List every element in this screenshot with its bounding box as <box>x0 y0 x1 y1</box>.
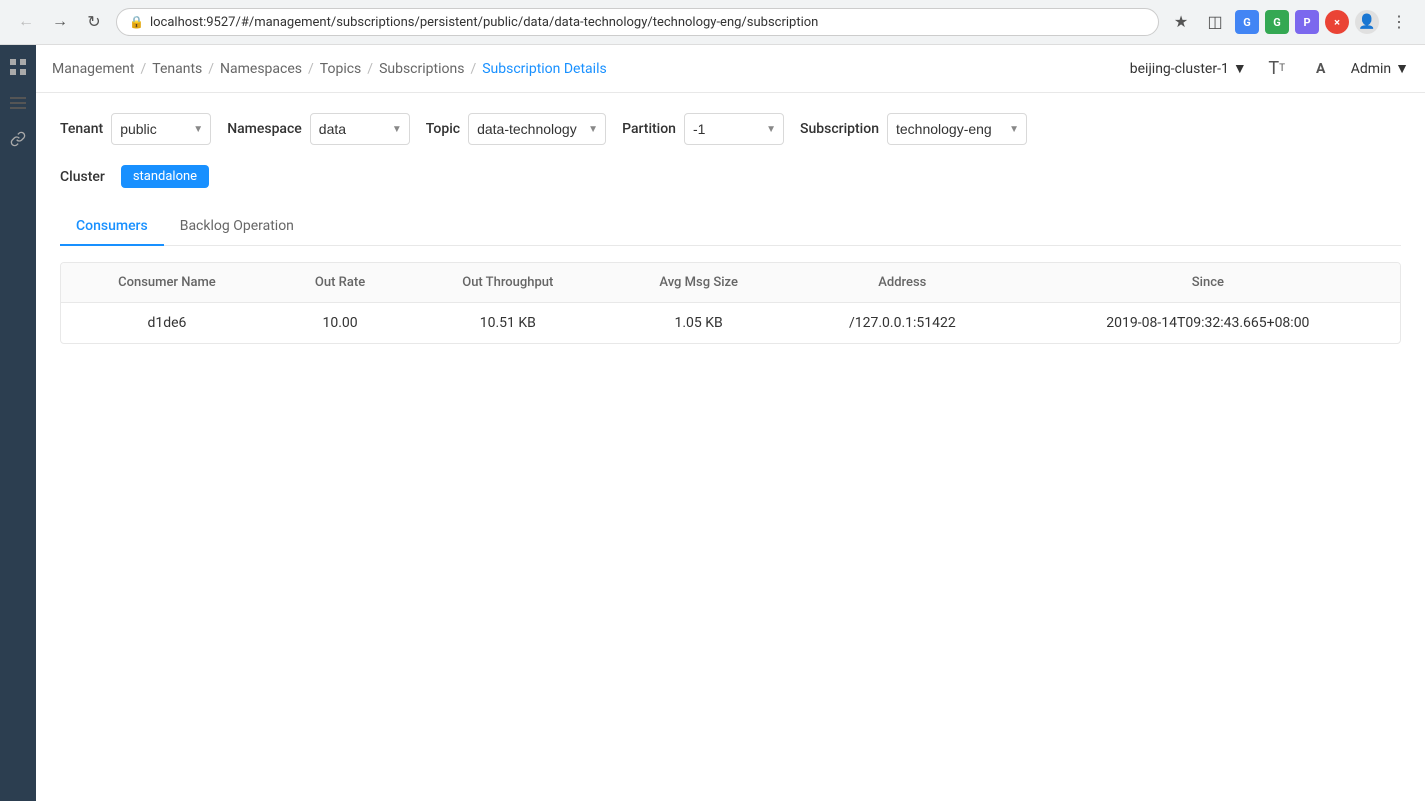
cluster-selector[interactable]: beijing-cluster-1 ▼ <box>1130 60 1247 77</box>
breadcrumb-sep-4: / <box>367 61 373 77</box>
browser-actions: ★ ◫ G G P × 👤 ⋮ <box>1167 8 1413 36</box>
tenant-select[interactable]: public <box>111 113 211 145</box>
partition-label: Partition <box>622 121 676 137</box>
table-header: Consumer Name Out Rate Out Throughput Av… <box>61 263 1400 303</box>
url-text: localhost:9527/#/management/subscription… <box>150 15 818 30</box>
tenant-filter: Tenant public ▼ <box>60 113 211 145</box>
breadcrumb-subscription-details: Subscription Details <box>482 61 606 77</box>
cell-address: /127.0.0.1:51422 <box>789 303 1016 344</box>
namespace-select-wrapper: data ▼ <box>310 113 410 145</box>
topic-select[interactable]: data-technology <box>468 113 606 145</box>
breadcrumb-sep-3: / <box>308 61 314 77</box>
namespace-label: Namespace <box>227 121 302 137</box>
col-out-rate: Out Rate <box>273 263 407 303</box>
col-consumer-name: Consumer Name <box>61 263 273 303</box>
sidebar-link-icon[interactable] <box>4 125 32 153</box>
cluster-filter-label: Cluster <box>60 169 105 185</box>
sidebar <box>0 45 36 801</box>
font-size-button[interactable]: T​T <box>1263 55 1291 83</box>
hamburger-icon[interactable] <box>4 89 32 117</box>
back-button[interactable]: ← <box>12 8 40 36</box>
ext-green[interactable]: G <box>1265 10 1289 34</box>
sidebar-grid-icon[interactable] <box>4 53 32 81</box>
col-avg-msg-size: Avg Msg Size <box>608 263 789 303</box>
subscription-label: Subscription <box>800 121 879 137</box>
admin-label: Admin <box>1351 61 1391 77</box>
translate-button[interactable]: A​​ <box>1307 55 1335 83</box>
topic-label: Topic <box>426 121 460 137</box>
col-since: Since <box>1016 263 1400 303</box>
breadcrumb-namespaces[interactable]: Namespaces <box>220 61 302 77</box>
top-header: Management / Tenants / Namespaces / Topi… <box>36 45 1425 93</box>
cell-avg-msg-size: 1.05 KB <box>608 303 789 344</box>
ext-translate[interactable]: G <box>1235 10 1259 34</box>
partition-filter: Partition -1 ▼ <box>622 113 784 145</box>
lock-icon: 🔒 <box>129 15 144 29</box>
reload-button[interactable]: ↻ <box>80 8 108 36</box>
browser-chrome: ← → ↻ 🔒 localhost:9527/#/management/subs… <box>0 0 1425 45</box>
breadcrumb-sep-1: / <box>140 61 146 77</box>
consumers-table: Consumer Name Out Rate Out Throughput Av… <box>61 263 1400 343</box>
tenant-select-wrapper: public ▼ <box>111 113 211 145</box>
app-container: Management / Tenants / Namespaces / Topi… <box>0 45 1425 801</box>
admin-chevron: ▼ <box>1395 60 1409 77</box>
cluster-chevron: ▼ <box>1233 60 1247 77</box>
breadcrumb: Management / Tenants / Namespaces / Topi… <box>52 61 607 77</box>
main-content: Tenant public ▼ Namespace data ▼ <box>36 93 1425 801</box>
tabs: Consumers Backlog Operation <box>60 208 1401 246</box>
breadcrumb-sep-5: / <box>470 61 476 77</box>
more-button[interactable]: ⋮ <box>1385 8 1413 36</box>
topic-select-wrapper: data-technology ▼ <box>468 113 606 145</box>
ext-avatar[interactable]: 👤 <box>1355 10 1379 34</box>
table-row: d1de6 10.00 10.51 KB 1.05 KB /127.0.0.1:… <box>61 303 1400 344</box>
cluster-row: Cluster standalone <box>60 165 1401 188</box>
bookmark-button[interactable]: ★ <box>1167 8 1195 36</box>
tab-consumers[interactable]: Consumers <box>60 208 164 246</box>
extensions-button[interactable]: ◫ <box>1201 8 1229 36</box>
cell-out-rate: 10.00 <box>273 303 407 344</box>
cell-out-throughput: 10.51 KB <box>407 303 608 344</box>
breadcrumb-sep-2: / <box>208 61 214 77</box>
table-body: d1de6 10.00 10.51 KB 1.05 KB /127.0.0.1:… <box>61 303 1400 344</box>
namespace-select[interactable]: data <box>310 113 410 145</box>
namespace-filter: Namespace data ▼ <box>227 113 410 145</box>
address-bar[interactable]: 🔒 localhost:9527/#/management/subscripti… <box>116 8 1159 36</box>
topic-filter: Topic data-technology ▼ <box>426 113 606 145</box>
filter-row-1: Tenant public ▼ Namespace data ▼ <box>60 113 1401 145</box>
ext-purple[interactable]: P <box>1295 10 1319 34</box>
subscription-select-wrapper: technology-eng ▼ <box>887 113 1027 145</box>
admin-menu[interactable]: Admin ▼ <box>1351 60 1409 77</box>
partition-select[interactable]: -1 <box>684 113 784 145</box>
subscription-select[interactable]: technology-eng <box>887 113 1027 145</box>
cluster-name: beijing-cluster-1 <box>1130 61 1229 77</box>
partition-select-wrapper: -1 ▼ <box>684 113 784 145</box>
col-address: Address <box>789 263 1016 303</box>
breadcrumb-tenants[interactable]: Tenants <box>152 61 202 77</box>
table-header-row: Consumer Name Out Rate Out Throughput Av… <box>61 263 1400 303</box>
forward-button[interactable]: → <box>46 8 74 36</box>
col-out-throughput: Out Throughput <box>407 263 608 303</box>
tenant-label: Tenant <box>60 121 103 137</box>
consumers-table-container: Consumer Name Out Rate Out Throughput Av… <box>60 262 1401 344</box>
browser-toolbar: ← → ↻ 🔒 localhost:9527/#/management/subs… <box>0 0 1425 44</box>
breadcrumb-subscriptions[interactable]: Subscriptions <box>379 61 464 77</box>
cluster-standalone-tag[interactable]: standalone <box>121 165 209 188</box>
breadcrumb-topics[interactable]: Topics <box>320 61 361 77</box>
nav-buttons: ← → ↻ <box>12 8 108 36</box>
cell-consumer-name: d1de6 <box>61 303 273 344</box>
ext-red[interactable]: × <box>1325 10 1349 34</box>
breadcrumb-management[interactable]: Management <box>52 61 134 77</box>
header-right: beijing-cluster-1 ▼ T​T A​​ Admin ▼ <box>1130 55 1409 83</box>
subscription-filter: Subscription technology-eng ▼ <box>800 113 1027 145</box>
cell-since: 2019-08-14T09:32:43.665+08:00 <box>1016 303 1400 344</box>
tab-backlog-operation[interactable]: Backlog Operation <box>164 208 310 246</box>
